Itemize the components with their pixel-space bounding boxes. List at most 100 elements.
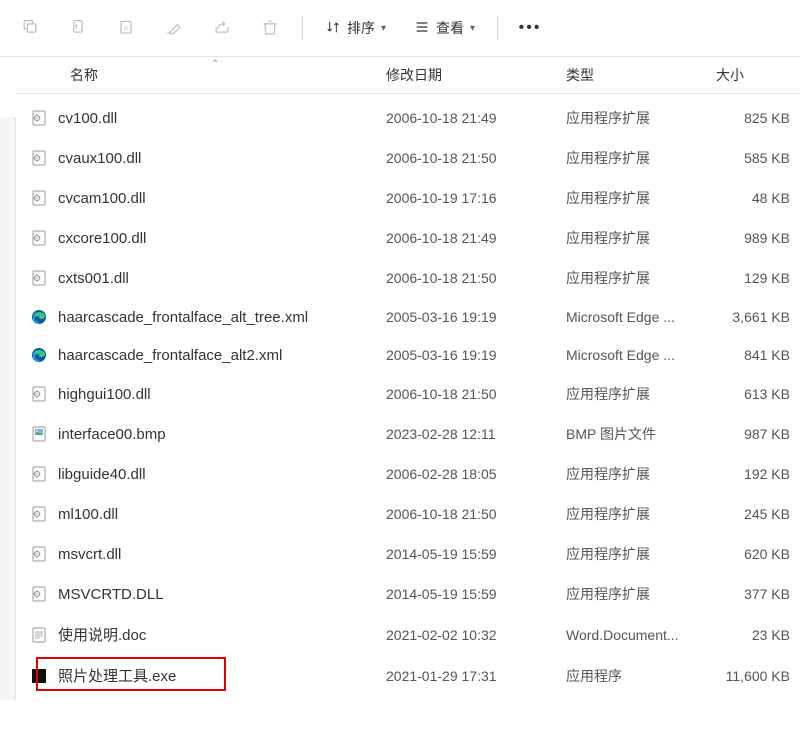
file-type: 应用程序扩展 xyxy=(566,268,716,288)
header-name[interactable]: 名称 ⌃ xyxy=(16,57,386,93)
file-row[interactable]: cvcam100.dll 2006-10-19 17:16应用程序扩展48 KB xyxy=(16,178,800,218)
file-size: 841 KB xyxy=(716,347,800,363)
file-type: 应用程序扩展 xyxy=(566,108,716,128)
file-date: 2006-10-18 21:49 xyxy=(386,230,566,246)
file-name-cell: highgui100.dll xyxy=(30,385,386,403)
file-type: 应用程序扩展 xyxy=(566,188,716,208)
file-type: Microsoft Edge ... xyxy=(566,347,716,363)
file-name: interface00.bmp xyxy=(58,426,166,443)
file-row[interactable]: interface00.bmp2023-02-28 12:11BMP 图片文件9… xyxy=(16,414,800,454)
file-type: Microsoft Edge ... xyxy=(566,309,716,325)
file-row[interactable]: 照片处理工具.exe2021-01-29 17:31应用程序11,600 KB xyxy=(16,655,800,696)
file-type: 应用程序扩展 xyxy=(566,584,716,604)
file-size: 192 KB xyxy=(716,466,800,482)
separator xyxy=(497,16,498,40)
file-size: 3,661 KB xyxy=(716,309,800,325)
file-row[interactable]: cxts001.dll2006-10-18 21:50应用程序扩展129 KB xyxy=(16,258,800,298)
header-size[interactable]: 大小 xyxy=(716,57,800,93)
chevron-down-icon: ▾ xyxy=(381,23,386,34)
copy-button[interactable] xyxy=(58,10,98,46)
file-size: 48 KB xyxy=(716,190,800,206)
column-headers: 名称 ⌃ 修改日期 类型 大小 xyxy=(16,57,800,94)
file-row[interactable]: haarcascade_frontalface_alt2.xml2005-03-… xyxy=(16,336,800,374)
file-date: 2006-10-19 17:16 xyxy=(386,190,566,206)
file-name: highgui100.dll xyxy=(58,386,151,403)
sort-indicator-icon: ⌃ xyxy=(211,59,219,70)
dll-file-icon xyxy=(30,109,48,127)
file-name-cell: haarcascade_frontalface_alt_tree.xml xyxy=(30,308,386,326)
file-name-cell: 照片处理工具.exe xyxy=(30,665,386,686)
file-type: 应用程序扩展 xyxy=(566,464,716,484)
file-date: 2006-02-28 18:05 xyxy=(386,466,566,482)
file-name: cv100.dll xyxy=(58,110,117,127)
view-dropdown[interactable]: 查看 ▾ xyxy=(404,12,485,44)
file-row[interactable]: MSVCRTD.DLL2014-05-19 15:59应用程序扩展377 KB xyxy=(16,574,800,614)
dll-file-icon xyxy=(30,385,48,403)
file-name-cell: cvcam100.dll xyxy=(30,189,386,207)
file-type: BMP 图片文件 xyxy=(566,424,716,444)
file-row[interactable]: msvcrt.dll2014-05-19 15:59应用程序扩展620 KB xyxy=(16,534,800,574)
file-type: 应用程序扩展 xyxy=(566,148,716,168)
file-row[interactable]: libguide40.dll2006-02-28 18:05应用程序扩展192 … xyxy=(16,454,800,494)
file-name: cxcore100.dll xyxy=(58,230,146,247)
cut-button[interactable] xyxy=(10,10,50,46)
view-icon xyxy=(414,19,430,38)
dll-file-icon xyxy=(30,189,48,207)
file-size: 23 KB xyxy=(716,627,800,643)
file-row[interactable]: cxcore100.dll 2006-10-18 21:49应用程序扩展989 K… xyxy=(16,218,800,258)
dll-file-icon xyxy=(30,505,48,523)
file-name: cvcam100.dll xyxy=(58,190,146,207)
sort-dropdown[interactable]: 排序 ▾ xyxy=(315,12,396,44)
exe-file-icon xyxy=(30,667,48,685)
dll-file-icon xyxy=(30,229,48,247)
doc-file-icon xyxy=(30,626,48,644)
file-type: 应用程序扩展 xyxy=(566,228,716,248)
file-name: msvcrt.dll xyxy=(58,546,121,563)
paste-button[interactable]: A xyxy=(106,10,146,46)
file-name: 照片处理工具.exe xyxy=(58,665,176,686)
file-row[interactable]: ml100.dll2006-10-18 21:50应用程序扩展245 KB xyxy=(16,494,800,534)
file-size: 620 KB xyxy=(716,546,800,562)
header-type[interactable]: 类型 xyxy=(566,57,716,93)
file-date: 2005-03-16 19:19 xyxy=(386,309,566,325)
file-type: 应用程序扩展 xyxy=(566,384,716,404)
file-name: ml100.dll xyxy=(58,506,118,523)
file-row[interactable]: cv100.dll 2006-10-18 21:49应用程序扩展825 KB xyxy=(16,98,800,138)
sort-label: 排序 xyxy=(347,18,375,38)
file-row[interactable]: 使用说明.doc2021-02-02 10:32Word.Document...… xyxy=(16,614,800,655)
file-date: 2006-10-18 21:50 xyxy=(386,150,566,166)
file-name-cell: cxts001.dll xyxy=(30,269,386,287)
file-row[interactable]: haarcascade_frontalface_alt_tree.xml 2005… xyxy=(16,298,800,336)
file-size: 825 KB xyxy=(716,110,800,126)
more-button[interactable]: ••• xyxy=(510,10,550,46)
dll-file-icon xyxy=(30,269,48,287)
share-button[interactable] xyxy=(202,10,242,46)
scrollbar[interactable] xyxy=(0,117,16,700)
dll-file-icon xyxy=(30,149,48,167)
file-date: 2014-05-19 15:59 xyxy=(386,546,566,562)
rename-button[interactable] xyxy=(154,10,194,46)
header-date[interactable]: 修改日期 xyxy=(386,57,566,93)
separator xyxy=(302,16,303,40)
file-name: MSVCRTD.DLL xyxy=(58,586,164,603)
file-date: 2006-10-18 21:49 xyxy=(386,110,566,126)
file-list: cv100.dll2006-10-18 21:49应用程序扩展825 KBcva… xyxy=(16,94,800,700)
file-size: 129 KB xyxy=(716,270,800,286)
file-date: 2006-10-18 21:50 xyxy=(386,386,566,402)
edge-file-icon xyxy=(30,346,48,364)
sort-icon xyxy=(325,19,341,38)
file-size: 989 KB xyxy=(716,230,800,246)
file-name-cell: interface00.bmp xyxy=(30,425,386,443)
file-row[interactable]: cvaux100.dll2006-10-18 21:50应用程序扩展585 KB xyxy=(16,138,800,178)
delete-button[interactable] xyxy=(250,10,290,46)
file-type: 应用程序 xyxy=(566,666,716,686)
file-name: haarcascade_frontalface_alt2.xml xyxy=(58,347,282,364)
file-date: 2014-05-19 15:59 xyxy=(386,586,566,602)
file-name: 使用说明.doc xyxy=(58,624,146,645)
file-size: 11,600 KB xyxy=(716,668,800,684)
file-name: cvaux100.dll xyxy=(58,150,141,167)
file-row[interactable]: highgui100.dll2006-10-18 21:50应用程序扩展613 … xyxy=(16,374,800,414)
toolbar: A 排序 ▾ 查看 ▾ ••• xyxy=(0,0,800,57)
file-name-cell: haarcascade_frontalface_alt2.xml xyxy=(30,346,386,364)
file-name: haarcascade_frontalface_alt_tree.xml xyxy=(58,309,308,326)
